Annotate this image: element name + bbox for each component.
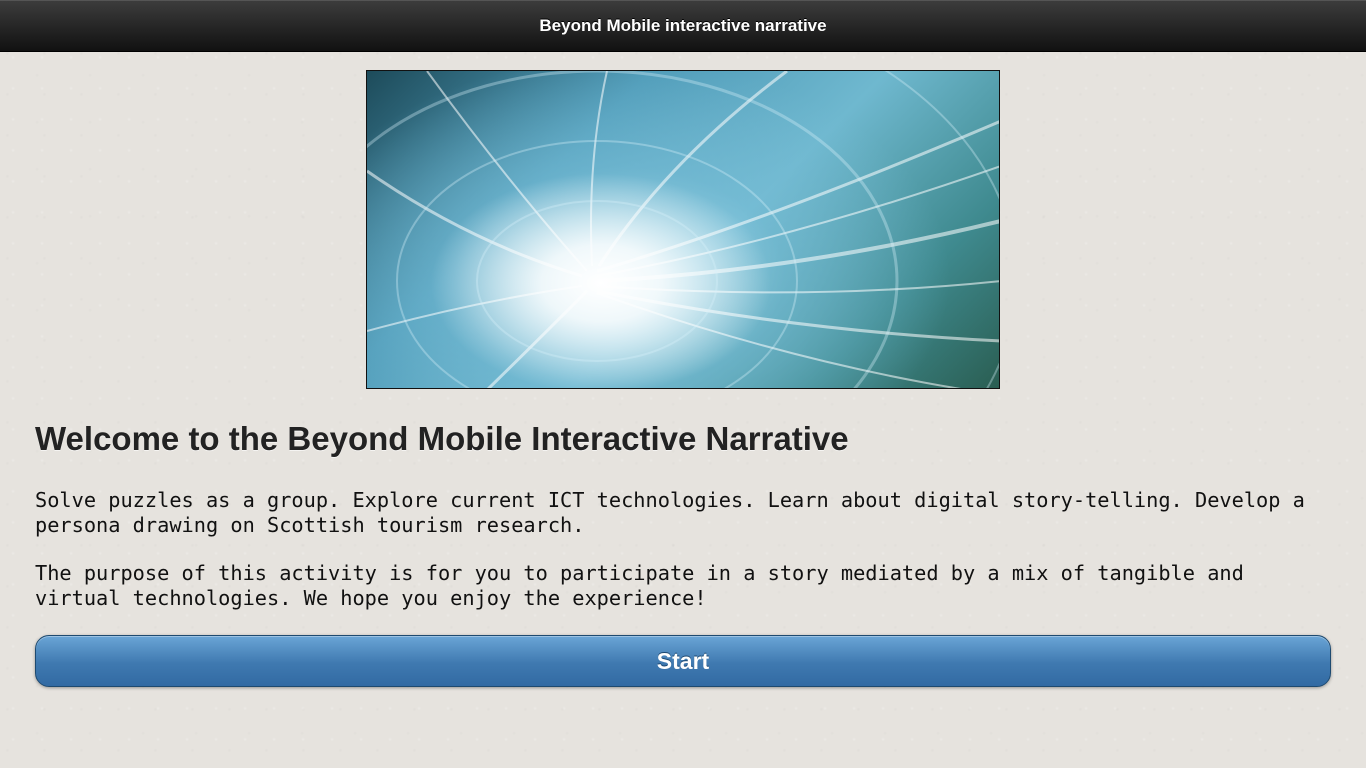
purpose-paragraph: The purpose of this activity is for you … (35, 561, 1244, 610)
welcome-heading: Welcome to the Beyond Mobile Interactive… (35, 420, 849, 457)
start-button-label: Start (656, 647, 710, 674)
hero-image (366, 70, 1000, 389)
app-title: Beyond Mobile interactive narrative (539, 16, 827, 35)
intro-paragraph: Solve puzzles as a group. Explore curren… (35, 488, 1305, 537)
app-header: Beyond Mobile interactive narrative (0, 0, 1366, 52)
start-button[interactable]: Start (35, 635, 1331, 687)
light-streaks-graphic (367, 71, 999, 388)
